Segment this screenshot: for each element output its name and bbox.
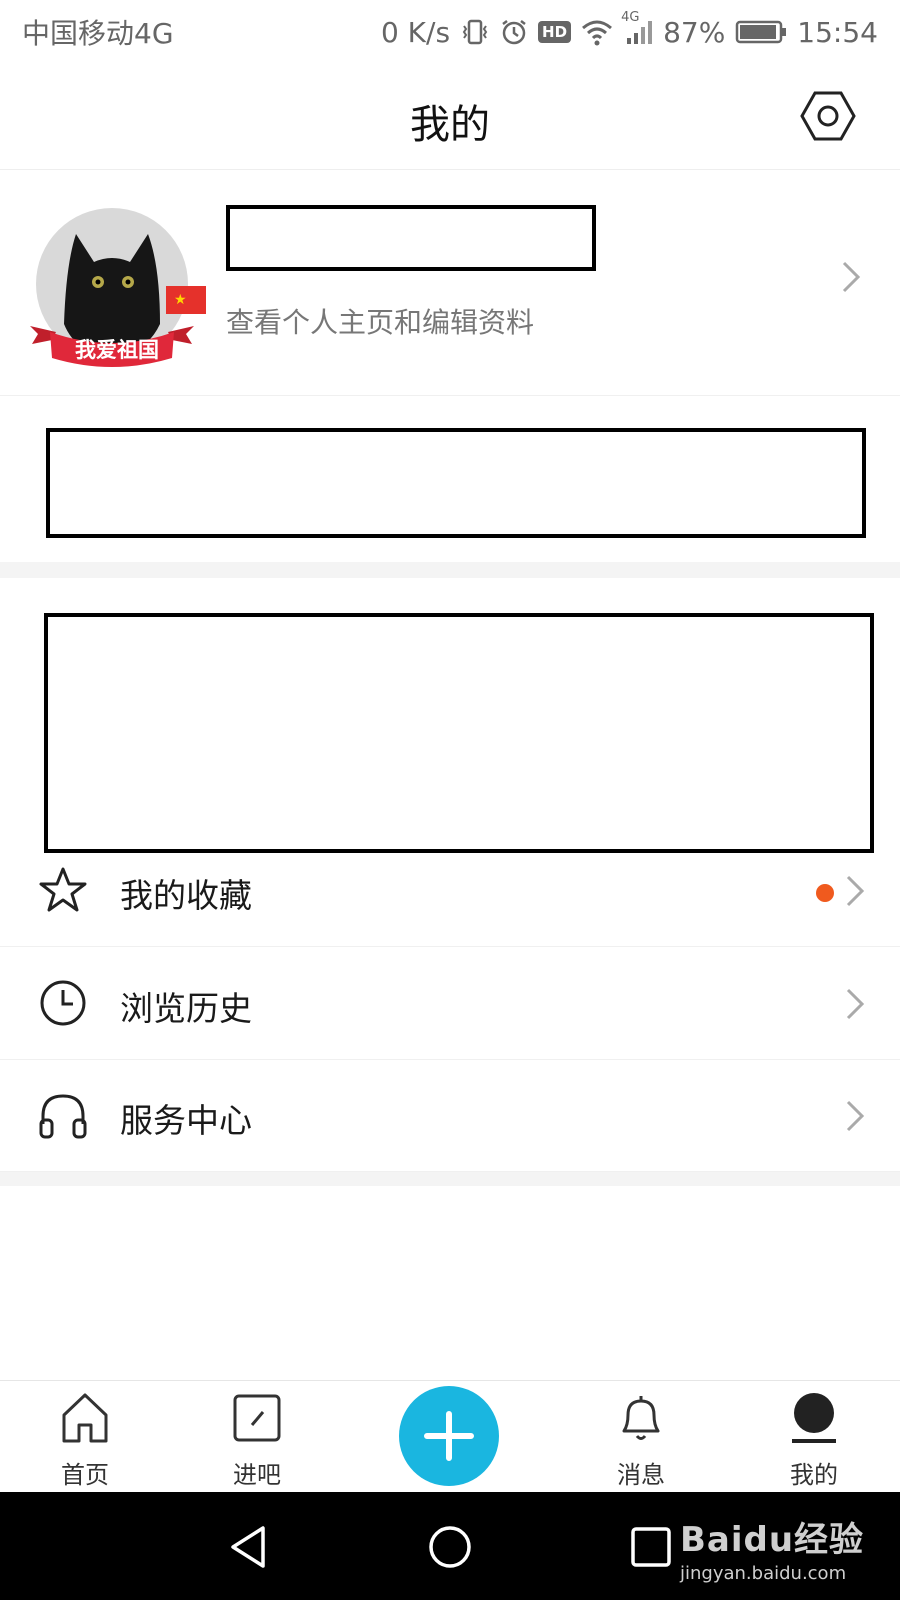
home-icon — [62, 1393, 108, 1443]
recents-button[interactable] — [626, 1522, 676, 1572]
page-header: 我的 — [0, 64, 900, 170]
clock-time: 15:54 — [797, 15, 878, 49]
settings-button[interactable] — [800, 88, 856, 144]
tab-label: 首页 — [61, 1461, 109, 1489]
compose-icon — [233, 1394, 281, 1442]
create-post-button[interactable] — [399, 1386, 499, 1486]
list-item-favorites[interactable]: 我的收藏 — [0, 835, 900, 947]
chevron-right-icon — [844, 873, 868, 909]
alarm-icon — [500, 18, 528, 46]
wifi-icon — [581, 18, 613, 46]
list-item-service-center[interactable]: 服务中心 — [0, 1060, 900, 1172]
page-title: 我的 — [410, 102, 490, 148]
home-nav-button[interactable] — [425, 1522, 475, 1572]
tab-label: 进吧 — [233, 1461, 281, 1489]
section-divider — [0, 562, 900, 578]
hd-icon: HD — [538, 21, 572, 43]
watermark-brand: Baidu经验 — [680, 1520, 865, 1560]
redacted-block — [46, 428, 866, 538]
battery-percent: 87% — [663, 15, 726, 49]
battery-icon — [735, 19, 787, 45]
signal-label: 4G — [621, 10, 640, 25]
tab-label: 我的 — [790, 1461, 838, 1489]
redacted-block — [44, 613, 874, 853]
settings-hex-icon — [800, 91, 856, 141]
carrier-label: 中国移动4G — [22, 17, 174, 50]
back-triangle-icon — [231, 1526, 265, 1568]
back-button[interactable] — [225, 1522, 275, 1572]
svg-text:★: ★ — [174, 292, 187, 308]
list-item-history[interactable]: 浏览历史 — [0, 948, 900, 1060]
status-icons: 0 K/s HD 4G 87% 15:54 — [380, 10, 878, 49]
plus-icon — [424, 1411, 474, 1461]
section-divider — [0, 1172, 900, 1186]
tab-mine[interactable]: 我的 — [754, 1381, 874, 1493]
profile-subtitle: 查看个人主页和编辑资料 — [226, 306, 535, 339]
list-item-label: 浏览历史 — [120, 989, 252, 1028]
headphones-icon — [39, 1094, 87, 1139]
profile-card[interactable]: ★ 我爱祖国 查看个人主页和编辑资料 — [0, 171, 900, 396]
recents-square-icon — [631, 1527, 671, 1567]
tab-home[interactable]: 首页 — [25, 1381, 145, 1493]
star-icon — [39, 867, 87, 912]
username-redacted — [226, 205, 596, 271]
bell-icon — [622, 1396, 660, 1440]
list-item-label: 我的收藏 — [120, 876, 252, 915]
profile-icon — [792, 1393, 836, 1443]
tab-post[interactable]: 进吧 — [197, 1381, 317, 1493]
list-item-label: 服务中心 — [120, 1101, 252, 1140]
avatar-badge-text: 我爱祖国 — [75, 338, 159, 362]
chevron-right-icon — [844, 986, 868, 1022]
system-nav-bar: Baidu经验 jingyan.baidu.com — [0, 1492, 900, 1600]
clock-icon — [40, 980, 86, 1026]
cell-signal-icon: 4G — [621, 10, 653, 46]
home-circle-icon — [429, 1526, 471, 1568]
watermark-url: jingyan.baidu.com — [680, 1563, 847, 1584]
chevron-right-icon — [840, 259, 864, 295]
tab-messages[interactable]: 消息 — [581, 1381, 701, 1493]
chevron-right-icon — [844, 1098, 868, 1134]
baidu-jingyan-watermark: Baidu经验 jingyan.baidu.com — [680, 1512, 864, 1584]
net-speed: 0 K/s — [380, 15, 451, 49]
tab-label: 消息 — [617, 1461, 665, 1489]
notification-dot — [816, 884, 834, 902]
status-bar: 中国移动4G 0 K/s HD 4G 87% 15:54 — [0, 0, 900, 64]
avatar[interactable]: ★ 我爱祖国 — [26, 204, 212, 374]
vibrate-icon — [460, 17, 490, 47]
